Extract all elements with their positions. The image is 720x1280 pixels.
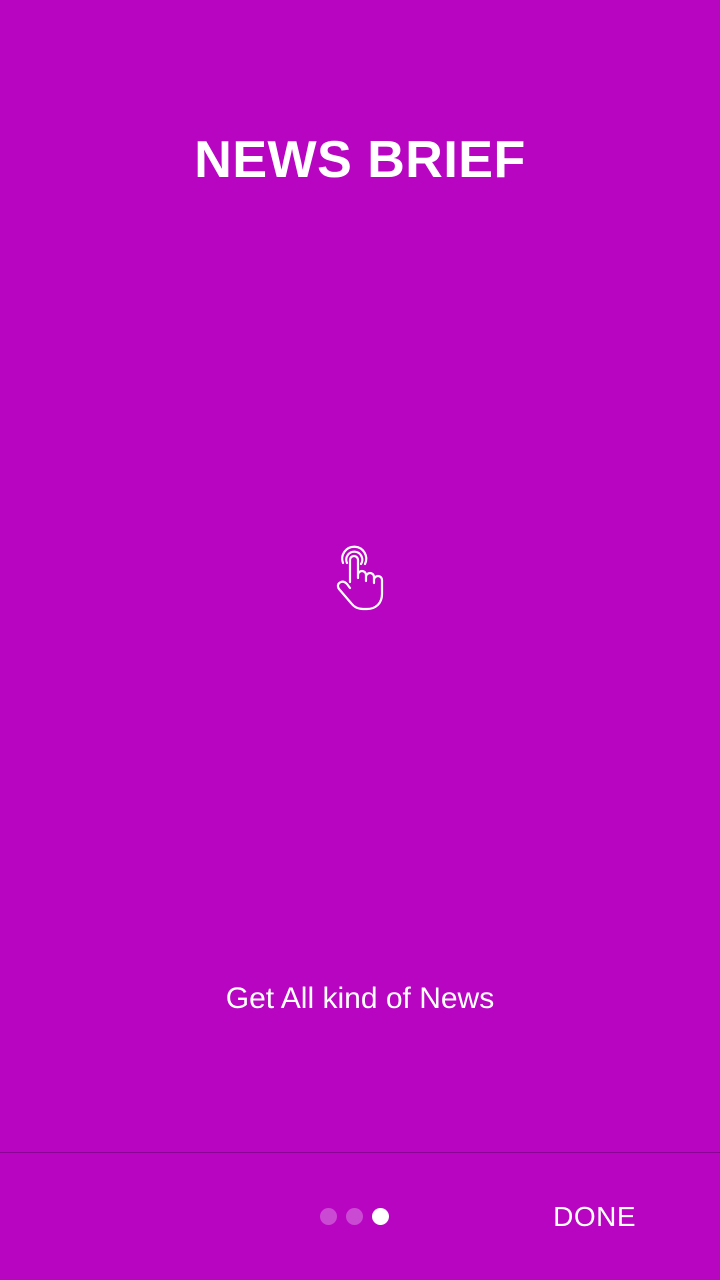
page-indicator — [320, 1207, 398, 1225]
onboarding-screen: NEWS BRIEF Get All kind of News DONE — [0, 0, 720, 1280]
done-button[interactable]: DONE — [553, 1197, 636, 1237]
page-dot-1[interactable] — [320, 1207, 337, 1225]
slide-title: NEWS BRIEF — [194, 131, 526, 189]
touch-hand-icon — [332, 544, 392, 612]
page-dot-3-active[interactable] — [372, 1207, 389, 1225]
slide-caption: Get All kind of News — [225, 982, 495, 1015]
onboarding-footer: DONE — [0, 1152, 720, 1280]
page-dot-2[interactable] — [346, 1207, 363, 1225]
